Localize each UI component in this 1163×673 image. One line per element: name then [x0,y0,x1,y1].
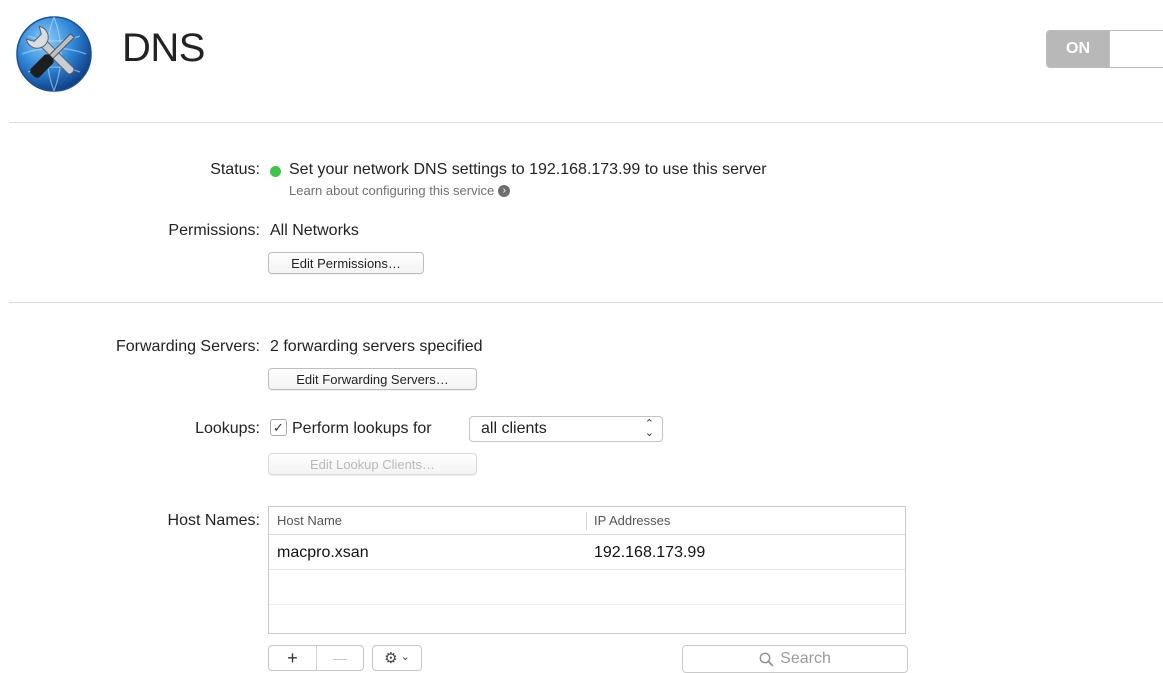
lookup-clients-select-value: all clients [481,420,547,437]
lookup-clients-select[interactable]: all clients ⌃ ⌄ [469,416,663,442]
edit-permissions-button[interactable]: Edit Permissions… [268,252,424,274]
learn-link[interactable]: Learn about configuring this service › [289,183,511,198]
column-header-ip-addresses[interactable]: IP Addresses [594,513,670,528]
search-placeholder: Search [780,650,831,667]
table-header: Host Name IP Addresses [269,507,905,535]
forwarding-servers-value: 2 forwarding servers specified [270,338,483,355]
page-title: DNS [122,26,205,70]
search-icon [759,652,774,666]
status-text: Set your network DNS settings to 192.168… [289,161,767,178]
toggle-on-label: ON [1047,31,1109,67]
host-names-table[interactable]: Host Name IP Addresses macpro.xsan 192.1… [268,506,906,634]
permissions-value: All Networks [270,222,359,239]
host-name-cell: macpro.xsan [277,544,369,561]
ip-address-cell: 192.168.173.99 [594,544,706,561]
arrow-right-circle-icon[interactable]: › [498,184,511,197]
chevron-down-icon: ⌄ [400,651,410,663]
column-header-host-name[interactable]: Host Name [277,513,342,528]
checkmark-icon: ✓ [273,420,284,435]
table-row[interactable]: macpro.xsan 192.168.173.99 [269,535,905,570]
status-indicator-icon [270,166,281,177]
action-menu-button[interactable]: ⚙ ⌄ [372,645,422,671]
permissions-label: Permissions: [168,222,260,239]
host-names-label: Host Names: [167,512,260,529]
remove-button[interactable]: — [317,646,363,670]
edit-forwarding-servers-button[interactable]: Edit Forwarding Servers… [268,368,477,390]
service-toggle[interactable]: ON [1046,30,1163,68]
section-divider [9,302,1163,303]
perform-lookups-checkbox[interactable]: ✓ [270,419,287,436]
forwarding-servers-label: Forwarding Servers: [115,338,260,355]
gear-icon: ⚙ [384,650,398,667]
table-row-empty [269,570,905,605]
toggle-knob[interactable] [1109,31,1163,67]
up-down-chevron-icon: ⌃ ⌄ [644,418,654,439]
column-separator[interactable] [586,512,587,530]
edit-lookup-clients-button[interactable]: Edit Lookup Clients… [268,453,477,475]
status-label: Status: [210,161,260,178]
header-divider [9,122,1163,123]
search-field[interactable]: Search [682,645,908,673]
perform-lookups-label[interactable]: Perform lookups for [292,420,432,438]
lookups-label: Lookups: [195,420,260,437]
add-button[interactable]: + [269,646,317,670]
learn-link-text[interactable]: Learn about configuring this service [289,183,494,198]
add-remove-control[interactable]: + — [268,645,364,671]
app-icon [14,14,94,94]
